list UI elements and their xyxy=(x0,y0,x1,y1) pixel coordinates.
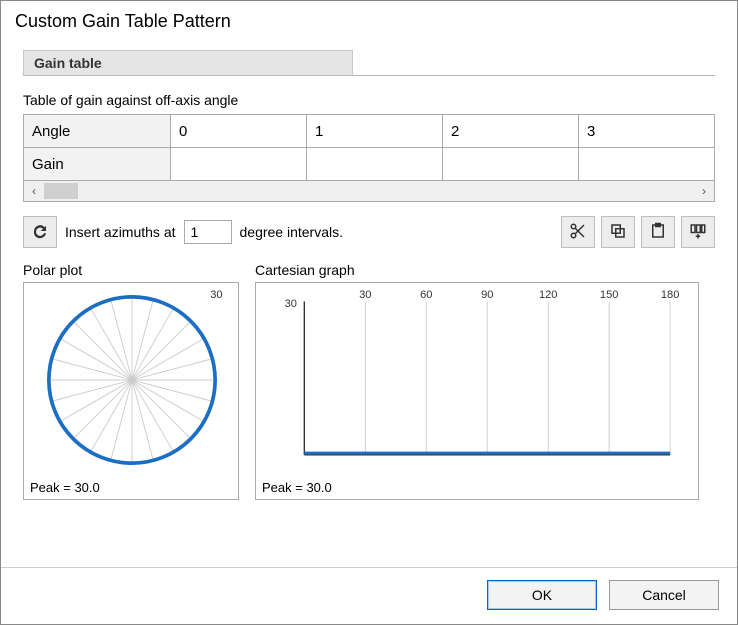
ok-button[interactable]: OK xyxy=(487,580,597,610)
row-label-angle: Angle xyxy=(24,115,171,148)
copy-icon xyxy=(609,222,627,243)
cartesian-plot: 30 30 60 90 120 150 180 Peak = 30.0 xyxy=(255,282,699,500)
insert-toolbar: Insert azimuths at degree intervals. xyxy=(23,216,715,248)
polar-column: Polar plot xyxy=(23,262,239,500)
cartesian-x-tick: 150 xyxy=(600,289,618,301)
window-title: Custom Gain Table Pattern xyxy=(1,1,737,40)
copy-button[interactable] xyxy=(601,216,635,248)
row-label-gain: Gain xyxy=(24,148,171,181)
section-tab: Gain table xyxy=(23,50,353,75)
gain-cell[interactable] xyxy=(579,148,715,181)
columns-button[interactable] xyxy=(681,216,715,248)
insert-button[interactable] xyxy=(23,216,57,248)
redo-arrow-icon xyxy=(31,222,49,243)
cartesian-x-tick: 90 xyxy=(481,289,493,301)
cartesian-title: Cartesian graph xyxy=(255,262,715,278)
polar-plot: 30 Peak = 30.0 xyxy=(23,282,239,500)
scissors-icon xyxy=(569,222,587,243)
table-row: Angle 0 1 2 3 xyxy=(24,115,715,148)
cartesian-x-tick: 120 xyxy=(539,289,557,301)
table-hscrollbar[interactable]: ‹ › xyxy=(23,181,715,202)
cartesian-x-tick: 180 xyxy=(661,289,679,301)
scroll-track[interactable] xyxy=(78,183,694,199)
divider xyxy=(23,75,715,76)
cartesian-x-tick: 60 xyxy=(420,289,432,301)
polar-svg: 30 xyxy=(24,283,240,477)
cartesian-y-tick: 30 xyxy=(285,298,297,310)
angle-cell[interactable]: 3 xyxy=(579,115,715,148)
scroll-right-arrow-icon[interactable]: › xyxy=(694,181,714,201)
scroll-thumb[interactable] xyxy=(44,183,78,199)
polar-tick-label: 30 xyxy=(210,289,222,301)
section-header: Gain table xyxy=(23,50,715,75)
angle-cell[interactable]: 1 xyxy=(307,115,443,148)
cartesian-svg: 30 30 60 90 120 150 180 xyxy=(256,283,700,477)
interval-input[interactable] xyxy=(184,220,232,244)
cancel-button[interactable]: Cancel xyxy=(609,580,719,610)
charts-row: Polar plot xyxy=(23,262,715,500)
angle-cell[interactable]: 2 xyxy=(443,115,579,148)
cartesian-column: Cartesian graph 30 30 60 90 120 150 180 Peak … xyxy=(255,262,715,500)
gain-table: Angle 0 1 2 3 Gain xyxy=(23,114,715,181)
insert-controls: Insert azimuths at degree intervals. xyxy=(23,216,343,248)
insert-suffix: degree intervals. xyxy=(240,224,344,240)
dialog-footer: OK Cancel xyxy=(1,567,737,624)
paste-icon xyxy=(649,222,667,243)
angle-cell[interactable]: 0 xyxy=(171,115,307,148)
cartesian-peak-label: Peak = 30.0 xyxy=(256,480,698,499)
columns-icon xyxy=(689,222,707,243)
polar-title: Polar plot xyxy=(23,262,239,278)
gain-cell[interactable] xyxy=(307,148,443,181)
insert-prefix: Insert azimuths at xyxy=(65,224,176,240)
table-row: Gain xyxy=(24,148,715,181)
dialog-window: Custom Gain Table Pattern Gain table Tab… xyxy=(0,0,738,625)
gain-cell[interactable] xyxy=(171,148,307,181)
content-area: Gain table Table of gain against off-axi… xyxy=(1,40,737,567)
scroll-left-arrow-icon[interactable]: ‹ xyxy=(24,181,44,201)
cartesian-x-tick: 30 xyxy=(359,289,371,301)
table-caption: Table of gain against off-axis angle xyxy=(23,92,715,108)
gain-cell[interactable] xyxy=(443,148,579,181)
polar-peak-label: Peak = 30.0 xyxy=(24,480,238,499)
cut-button[interactable] xyxy=(561,216,595,248)
paste-button[interactable] xyxy=(641,216,675,248)
